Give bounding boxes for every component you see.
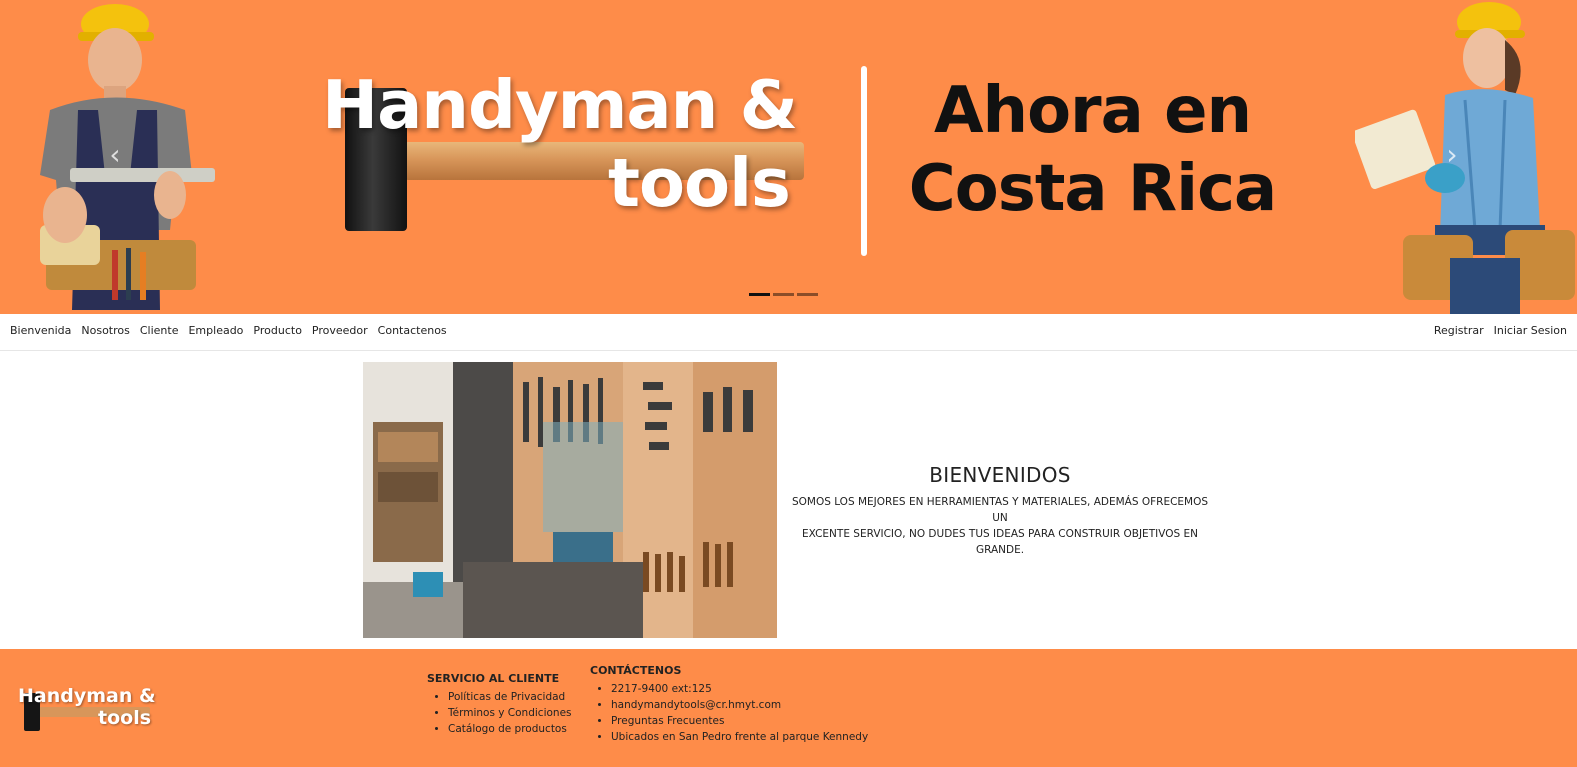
hero-title-line2: tools: [608, 144, 791, 222]
hero-logo: Handyman & tools: [318, 66, 818, 238]
welcome-text-line1: SOMOS LOS MEJORES EN HERRAMIENTAS Y MATE…: [791, 496, 1209, 524]
catalog-link[interactable]: Catálogo de productos: [448, 721, 572, 737]
welcome-text-line2: EXCENTE SERVICIO, NO DUDES TUS IDEAS PAR…: [802, 528, 1198, 556]
contact-address: Ubicados en San Pedro frente al parque K…: [611, 729, 868, 745]
nav-link-bienvenida[interactable]: Bienvenida: [10, 324, 71, 337]
carousel-indicator-1[interactable]: [749, 293, 770, 296]
hero-divider: [861, 66, 867, 256]
contact-list: 2217-9400 ext:125 handymandytools@cr.hmy…: [590, 681, 868, 745]
carousel-indicator-3[interactable]: [797, 293, 818, 296]
privacy-policy-link[interactable]: Políticas de Privacidad: [448, 689, 572, 705]
footer-logo-line1: Handyman &: [18, 685, 156, 707]
carousel-indicators: [749, 293, 818, 296]
faq-link[interactable]: Preguntas Frecuentes: [611, 713, 868, 729]
footer-logo[interactable]: Handyman & tools: [16, 683, 166, 733]
register-link[interactable]: Registrar: [1434, 324, 1484, 337]
customer-service-list: Políticas de Privacidad Términos y Condi…: [427, 689, 572, 737]
login-link[interactable]: Iniciar Sesion: [1494, 324, 1567, 337]
chevron-right-icon[interactable]: ›: [1437, 140, 1467, 170]
contact-email[interactable]: handymandytools@cr.hmyt.com: [611, 697, 868, 713]
welcome-section: BIENVENIDOS SOMOS LOS MEJORES EN HERRAMI…: [0, 351, 1577, 649]
hero-carousel: Handyman & tools Ahora en Costa Rica ‹ ›: [0, 0, 1577, 314]
customer-service-column: SERVICIO AL CLIENTE Políticas de Privaci…: [427, 672, 572, 737]
carousel-indicator-2[interactable]: [773, 293, 794, 296]
nav-primary-links: Bienvenida Nosotros Cliente Empleado Pro…: [10, 324, 457, 337]
nav-link-empleado[interactable]: Empleado: [188, 324, 243, 337]
contact-heading: CONTÁCTENOS: [590, 664, 682, 677]
welcome-title: BIENVENIDOS: [929, 463, 1071, 487]
nav-link-proveedor[interactable]: Proveedor: [312, 324, 368, 337]
contact-phone: 2217-9400 ext:125: [611, 681, 868, 697]
hero-tagline-line2: Costa Rica: [908, 152, 1277, 226]
footer-logo-line2: tools: [98, 707, 152, 729]
customer-service-heading: SERVICIO AL CLIENTE: [427, 672, 560, 685]
nav-account-links: Registrar Iniciar Sesion: [1434, 324, 1567, 337]
nav-link-nosotros[interactable]: Nosotros: [81, 324, 129, 337]
terms-link[interactable]: Términos y Condiciones: [448, 705, 572, 721]
hero-tagline-line1: Ahora en: [933, 74, 1252, 148]
nav-link-contactenos[interactable]: Contactenos: [378, 324, 447, 337]
main-navbar: Bienvenida Nosotros Cliente Empleado Pro…: [0, 314, 1577, 351]
site-footer: Handyman & tools SERVICIO AL CLIENTE Pol…: [0, 649, 1577, 767]
tool-shop-photo: [363, 362, 777, 638]
nav-link-producto[interactable]: Producto: [253, 324, 302, 337]
hero-tagline: Ahora en Costa Rica: [895, 72, 1290, 228]
nav-link-cliente[interactable]: Cliente: [140, 324, 179, 337]
welcome-block: BIENVENIDOS SOMOS LOS MEJORES EN HERRAMI…: [790, 463, 1210, 558]
hero-title-line1: Handyman &: [322, 66, 798, 144]
chevron-left-icon[interactable]: ‹: [100, 140, 130, 170]
contact-column: CONTÁCTENOS 2217-9400 ext:125 handymandy…: [590, 664, 868, 745]
